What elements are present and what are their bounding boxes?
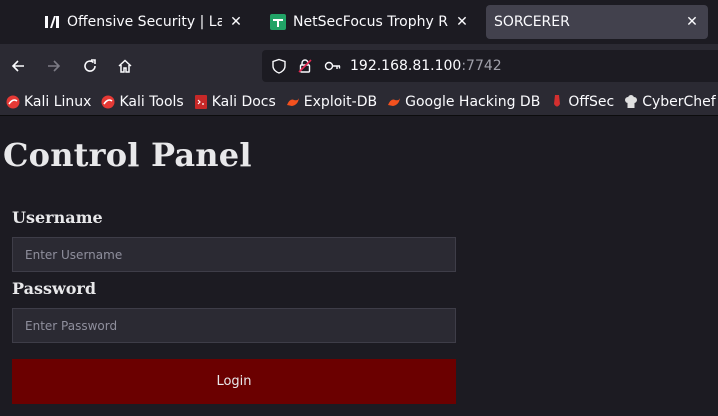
insecure-lock-icon[interactable]	[294, 55, 316, 77]
shield-icon[interactable]	[268, 55, 290, 77]
forward-arrow-icon	[48, 60, 61, 72]
tab-offsec-labs[interactable]: Offensive Security | Labs | ✕	[30, 5, 252, 39]
username-label: Username	[12, 208, 103, 227]
close-icon[interactable]: ✕	[454, 14, 470, 30]
login-button[interactable]: Login	[12, 359, 456, 404]
back-button[interactable]	[3, 51, 33, 81]
ghdb-icon	[387, 95, 401, 109]
bookmark-label: Exploit-DB	[303, 93, 378, 110]
kali-docs-icon	[194, 94, 208, 109]
key-icon[interactable]	[322, 55, 344, 77]
offsec-icon	[44, 14, 60, 30]
close-icon[interactable]: ✕	[228, 14, 244, 30]
password-input[interactable]	[12, 308, 456, 343]
page-content: Control Panel Username Password Login	[0, 117, 718, 416]
bookmark-label: Google Hacking DB	[405, 93, 541, 110]
bookmark-google-hacking-db[interactable]: Google Hacking DB	[387, 94, 540, 110]
bookmark-kali-linux[interactable]: Kali Linux	[6, 94, 91, 110]
page-title: Control Panel	[3, 136, 252, 174]
password-label: Password	[12, 279, 97, 298]
username-input[interactable]	[12, 237, 456, 272]
tab-title: SORCERER	[494, 14, 570, 30]
back-arrow-icon	[11, 60, 24, 72]
url-host: 192.168.81.100	[350, 58, 462, 74]
reload-button[interactable]	[75, 51, 105, 81]
bookmark-offsec[interactable]: OffSec	[550, 94, 614, 110]
navigation-bar: 192.168.81.100:7742	[0, 44, 718, 88]
url-text: 192.168.81.100:7742	[350, 58, 502, 74]
close-icon[interactable]: ✕	[684, 14, 700, 30]
bookmark-label: Kali Linux	[24, 93, 92, 110]
kali-icon	[6, 95, 20, 109]
exploit-db-icon	[286, 95, 300, 109]
sheets-icon	[270, 14, 286, 30]
home-icon	[118, 59, 132, 73]
reload-icon	[84, 59, 96, 72]
bookmark-kali-tools[interactable]: Kali Tools	[101, 93, 184, 110]
cyberchef-icon	[624, 94, 638, 109]
bookmark-cyberchef[interactable]: CyberChef	[624, 94, 716, 110]
bookmark-label: CyberChef	[642, 93, 716, 110]
home-button[interactable]	[110, 51, 140, 81]
forward-button[interactable]	[39, 51, 69, 81]
kali-icon	[101, 95, 115, 109]
tab-netsecfocus[interactable]: NetSecFocus Trophy Room ✕	[256, 5, 478, 39]
tab-title: Offensive Security | Labs |	[67, 14, 222, 30]
bookmark-label: Kali Docs	[211, 93, 276, 110]
tab-sorcerer[interactable]: SORCERER ✕	[486, 5, 708, 39]
bookmark-kali-docs[interactable]: Kali Docs	[194, 94, 276, 110]
address-bar[interactable]: 192.168.81.100:7742	[262, 50, 718, 82]
tab-strip: Offensive Security | Labs | ✕ NetSecFocu…	[0, 0, 718, 44]
url-port: :7742	[461, 58, 502, 74]
bookmarks-toolbar: Kali Linux Kali Tools Kali Docs Exploit-…	[0, 88, 718, 116]
tab-title: NetSecFocus Trophy Room	[293, 14, 448, 30]
bookmark-label: OffSec	[568, 93, 615, 110]
bookmark-label: Kali Tools	[119, 93, 184, 110]
bookmark-exploit-db[interactable]: Exploit-DB	[286, 94, 377, 110]
offsec-icon	[550, 94, 564, 109]
